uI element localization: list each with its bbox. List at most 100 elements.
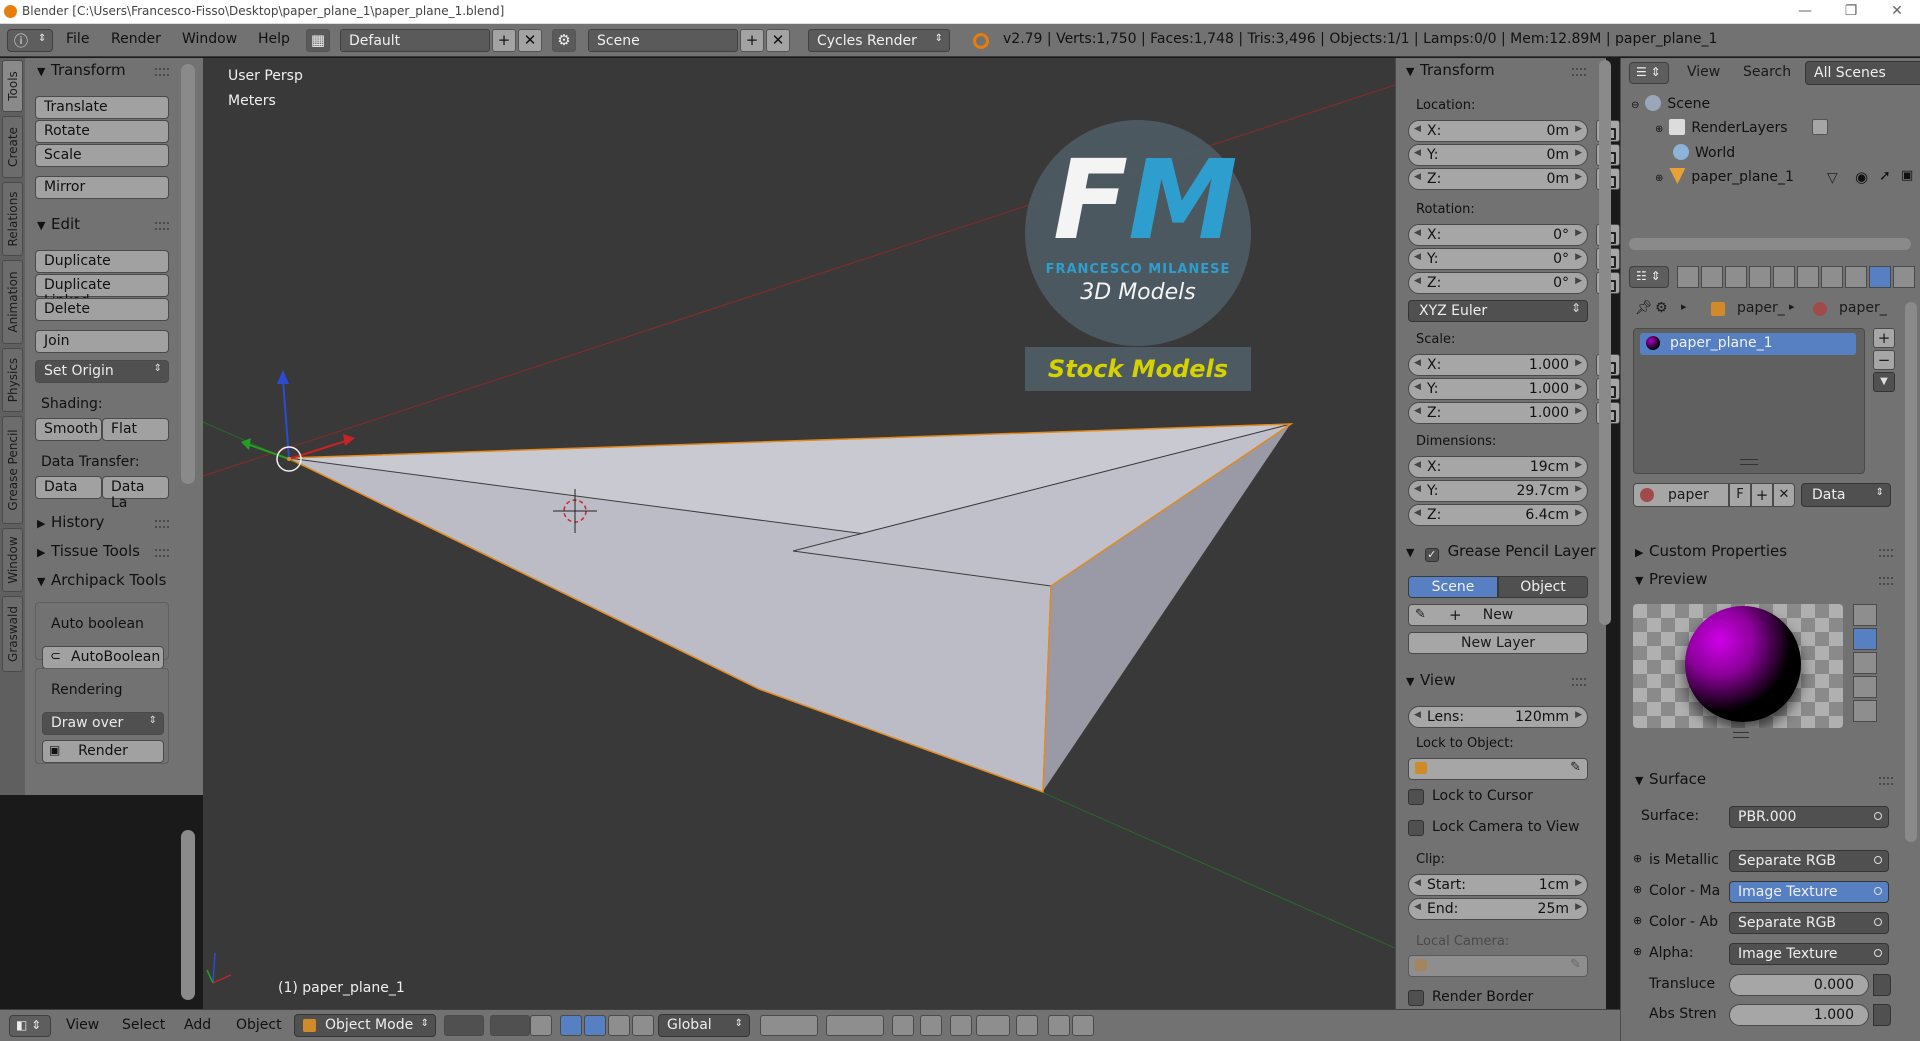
panel-view-header[interactable]: ▼ View (1406, 671, 1456, 689)
outliner-view-menu[interactable]: View (1687, 64, 1720, 80)
outliner-item-renderlayers[interactable]: ⊕ RenderLayers (1655, 119, 1829, 136)
outliner-item-scene[interactable]: ⊖ Scene (1631, 95, 1710, 112)
dimension-y-field[interactable]: ◀ Y: 29.7cm ▶ (1408, 480, 1588, 502)
expand-socket-icon[interactable]: ⊕ (1633, 945, 1642, 958)
panel-grease-pencil-header[interactable]: ▼ ✓ Grease Pencil Layer (1406, 542, 1601, 562)
input-color-ab-dropdown[interactable]: Separate RGB (1729, 912, 1889, 934)
manipulator-toggle-icon[interactable] (560, 1015, 582, 1036)
menu-file[interactable]: File (66, 31, 89, 47)
scale-z-field[interactable]: ◀ Z: 1.000 ▶ (1408, 402, 1588, 424)
panel-grip-icon[interactable] (155, 549, 169, 557)
scale-x-field[interactable]: ◀ X: 1.000 ▶ (1408, 354, 1588, 376)
layers-group-1-icon[interactable] (760, 1015, 818, 1036)
properties-scrollbar[interactable] (1905, 302, 1917, 842)
tab-grease-pencil[interactable]: Grease Pencil (2, 416, 23, 524)
checkbox-checked-icon[interactable]: ✓ (1424, 548, 1439, 562)
expand-socket-icon[interactable]: ⊕ (1633, 852, 1642, 865)
new-layer-button[interactable]: New Layer (1408, 632, 1588, 654)
menu-select[interactable]: Select (122, 1017, 165, 1033)
set-origin-dropdown[interactable]: Set Origin ⇕ (35, 360, 169, 383)
menu-help[interactable]: Help (258, 31, 290, 47)
viewport-editor-type-button[interactable]: ◧ ⇕ (9, 1015, 51, 1037)
translate-manipulator-icon[interactable] (584, 1015, 606, 1036)
dimension-x-field[interactable]: ◀ X: 19cm ▶ (1408, 456, 1588, 478)
z-arrow-icon[interactable] (277, 370, 289, 384)
clip-start-field[interactable]: ◀ Start: 1cm ▶ (1408, 874, 1588, 896)
outliner-editor-type-button[interactable]: ☰ ⇕ (1629, 62, 1669, 84)
location-x-field[interactable]: ◀ X: 0m ▶ (1408, 120, 1588, 142)
orientation-dropdown[interactable]: Global ⇕ (658, 1014, 750, 1037)
render-tab-icon[interactable] (1677, 266, 1699, 288)
scale-button[interactable]: Scale (35, 144, 169, 167)
proportional-edit-icon[interactable] (920, 1015, 942, 1036)
lock-camera-checkbox[interactable] (1408, 820, 1424, 836)
outliner-filter-dropdown[interactable]: All Scenes (1805, 61, 1920, 85)
shade-smooth-button[interactable]: Smooth (35, 418, 102, 441)
panel-grip-icon[interactable] (1879, 577, 1893, 585)
menu-object[interactable]: Object (236, 1017, 282, 1033)
surface-shader-dropdown[interactable]: PBR.000 (1729, 806, 1889, 828)
menu-window[interactable]: Window (182, 31, 237, 47)
modifiers-tab-icon[interactable] (1821, 266, 1843, 288)
panel-grip-icon[interactable] (155, 520, 169, 528)
new-material-button[interactable]: + (1751, 483, 1773, 507)
lock-to-cursor-checkbox[interactable] (1408, 789, 1424, 805)
outliner-search-menu[interactable]: Search (1743, 64, 1791, 80)
render-layers-tab-icon[interactable] (1701, 266, 1723, 288)
panel-surface-header[interactable]: ▼ Surface (1635, 770, 1706, 788)
world-tab-icon[interactable] (1749, 266, 1771, 288)
opengl-render-image-icon[interactable] (1048, 1015, 1070, 1036)
panel-grip-icon[interactable] (1879, 549, 1893, 557)
constraints-tab-icon[interactable] (1797, 266, 1819, 288)
scene-icon[interactable]: ⚙ (552, 29, 576, 52)
panel-edit-header[interactable]: ▼ Edit (37, 215, 80, 233)
menu-render[interactable]: Render (111, 31, 161, 47)
expand-icon[interactable]: ⊕ (1655, 124, 1663, 135)
close-button[interactable]: ✕ (1874, 0, 1920, 24)
draw-over-dropdown[interactable]: Draw over ⇕ (42, 712, 164, 735)
grease-object-toggle[interactable]: Object (1498, 576, 1588, 598)
panel-grip-icon[interactable] (1572, 678, 1586, 686)
render-button[interactable]: ▣ Render (42, 740, 164, 763)
dimension-z-field[interactable]: ◀ Z: 6.4cm ▶ (1408, 504, 1588, 526)
menu-view[interactable]: View (66, 1017, 99, 1033)
panel-preview-header[interactable]: ▼ Preview (1635, 570, 1707, 588)
material-slot-list[interactable]: paper_plane_1 (1633, 328, 1865, 474)
clip-end-field[interactable]: ◀ End: 25m ▶ (1408, 898, 1588, 920)
properties-editor-type-button[interactable]: ☷ ⇕ (1629, 266, 1669, 288)
grease-scene-toggle[interactable]: Scene (1408, 576, 1498, 598)
scene-tab-icon[interactable] (1725, 266, 1747, 288)
scale-y-field[interactable]: ◀ Y: 1.000 ▶ (1408, 378, 1588, 400)
expand-socket-icon[interactable]: ⊕ (1633, 883, 1642, 896)
preview-sphere-icon[interactable] (1853, 628, 1877, 650)
material-tab-icon[interactable] (1869, 266, 1891, 288)
render-camera-icon[interactable]: ▣ (1901, 168, 1913, 183)
3d-viewport[interactable]: User Persp Meters (1) paper_plane_1 FM F… (203, 58, 1395, 1009)
layers-group-2-icon[interactable] (826, 1015, 884, 1036)
select-cursor-icon[interactable]: ➚ (1879, 168, 1891, 184)
tool-shelf-scrollbar-lower[interactable] (181, 830, 195, 1000)
texture-tab-icon[interactable] (1893, 266, 1915, 288)
preview-monkey-icon[interactable] (1853, 676, 1877, 698)
input-metallic-dropdown[interactable]: Separate RGB (1729, 850, 1889, 872)
object-tab-icon[interactable] (1773, 266, 1795, 288)
location-y-field[interactable]: ◀ Y: 0m ▶ (1408, 144, 1588, 166)
eyedropper-icon[interactable]: ✎ (1570, 957, 1581, 972)
panel-grip-icon[interactable] (155, 222, 169, 230)
pivot-point-dropdown-icon[interactable] (490, 1015, 530, 1036)
material-slot-item[interactable]: paper_plane_1 (1640, 333, 1856, 355)
data-layout-button[interactable]: Data La (102, 476, 169, 511)
opengl-render-animation-icon[interactable] (1072, 1015, 1094, 1036)
x-arrow-icon[interactable] (343, 434, 355, 446)
join-button[interactable]: Join (35, 330, 169, 353)
y-manipulator-axis[interactable] (246, 443, 290, 460)
data-tab-icon[interactable] (1845, 266, 1867, 288)
material-link-dropdown[interactable]: Data ⇕ (1801, 483, 1891, 507)
expand-icon[interactable]: ⊕ (1655, 173, 1663, 184)
remove-material-slot-button[interactable]: − (1873, 350, 1895, 370)
local-camera-field[interactable]: ✎ (1408, 955, 1588, 977)
input-alpha-dropdown[interactable]: Image Texture (1729, 943, 1889, 965)
pin-icon[interactable]: 📌︎ (1635, 300, 1653, 316)
snap-toggle-icon[interactable] (950, 1015, 972, 1036)
socket-link-icon[interactable] (1873, 1004, 1891, 1026)
